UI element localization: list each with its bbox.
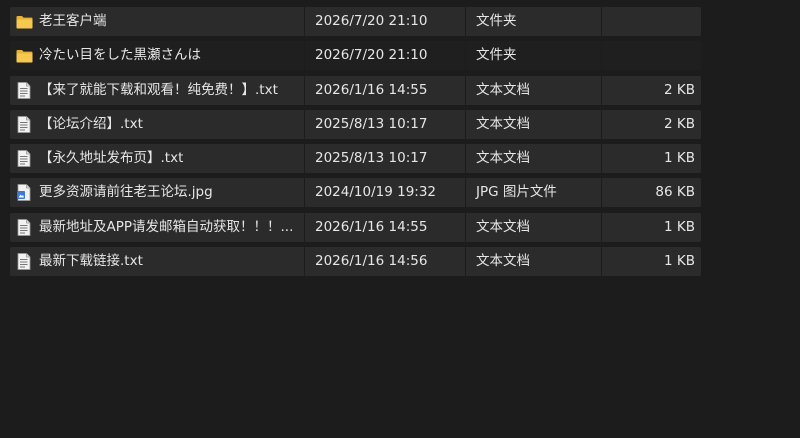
- column-divider: [601, 7, 602, 36]
- file-row[interactable]: 更多资源请前往老王论坛.jpg 2024/10/19 19:32 JPG 图片文件 8…: [10, 178, 701, 208]
- image-file-icon: [15, 184, 33, 202]
- file-type: 文本文档: [476, 81, 530, 98]
- modified-date: 2026/1/16 14:56: [315, 253, 428, 270]
- file-name: 更多资源请前往老王论坛.jpg: [39, 184, 213, 201]
- name-cell[interactable]: 更多资源请前往老王论坛.jpg: [10, 178, 304, 207]
- file-list: 老王客户端 2026/7/20 21:10 文件夹 冷たい目をした黒瀬さんは 2026/…: [10, 7, 701, 281]
- file-type: 文本文档: [476, 115, 530, 132]
- file-size: 1 KB: [664, 253, 695, 270]
- file-name: 【永久地址发布页】.txt: [39, 150, 184, 167]
- name-cell[interactable]: 冷たい目をした黒瀬さんは: [10, 41, 304, 70]
- file-name: 老王客户端: [39, 13, 107, 29]
- file-row[interactable]: 冷たい目をした黒瀬さんは 2026/7/20 21:10 文件夹: [10, 41, 701, 71]
- modified-date: 2026/1/16 14:55: [315, 81, 428, 98]
- modified-date: 2026/1/16 14:55: [315, 218, 428, 235]
- text-file-icon: [15, 81, 33, 99]
- file-name: 最新地址及APP请发邮箱自动获取！！！...: [39, 218, 294, 235]
- file-type: 文本文档: [476, 218, 530, 235]
- file-row[interactable]: 【永久地址发布页】.txt 2025/8/13 10:17 文本文档 1 KB: [10, 144, 701, 174]
- file-type: 文本文档: [476, 253, 530, 270]
- file-type: 文件夹: [476, 13, 517, 29]
- file-type: 文件夹: [476, 47, 517, 64]
- file-name: 【论坛介绍】.txt: [39, 115, 143, 132]
- name-cell[interactable]: 【来了就能下载和观看！纯免费！】.txt: [10, 76, 304, 105]
- folder-icon: [15, 47, 33, 65]
- modified-date: 2026/7/20 21:10: [315, 47, 428, 64]
- file-name: 最新下载链接.txt: [39, 253, 143, 270]
- file-size: 2 KB: [664, 81, 695, 98]
- file-size: 1 KB: [664, 150, 695, 167]
- text-file-icon: [15, 218, 33, 236]
- file-type: 文本文档: [476, 150, 530, 167]
- name-cell[interactable]: 老王客户端: [10, 7, 304, 36]
- modified-date: 2025/8/13 10:17: [315, 115, 428, 132]
- modified-date: 2025/8/13 10:17: [315, 150, 428, 167]
- file-row[interactable]: 【来了就能下载和观看！纯免费！】.txt 2026/1/16 14:55 文本文档 2…: [10, 75, 701, 105]
- modified-date: 2024/10/19 19:32: [315, 184, 437, 201]
- text-file-icon: [15, 253, 33, 271]
- file-name: 冷たい目をした黒瀬さんは: [39, 47, 201, 64]
- file-size: 2 KB: [664, 115, 695, 132]
- name-cell[interactable]: 最新地址及APP请发邮箱自动获取！！！...: [10, 213, 304, 242]
- file-row[interactable]: 最新下载链接.txt 2026/1/16 14:56 文本文档 1 KB: [10, 247, 701, 277]
- file-row[interactable]: 老王客户端 2026/7/20 21:10 文件夹: [10, 7, 701, 36]
- folder-icon: [15, 13, 33, 31]
- name-cell[interactable]: 最新下载链接.txt: [10, 247, 304, 276]
- text-file-icon: [15, 150, 33, 168]
- modified-date: 2026/7/20 21:10: [315, 13, 428, 29]
- name-cell[interactable]: 【永久地址发布页】.txt: [10, 144, 304, 173]
- column-divider: [601, 41, 602, 71]
- text-file-icon: [15, 115, 33, 133]
- file-size: 1 KB: [664, 218, 695, 235]
- file-size: 86 KB: [655, 184, 695, 201]
- file-type: JPG 图片文件: [476, 184, 557, 201]
- file-row[interactable]: 【论坛介绍】.txt 2025/8/13 10:17 文本文档 2 KB: [10, 109, 701, 139]
- name-cell[interactable]: 【论坛介绍】.txt: [10, 110, 304, 139]
- file-name: 【来了就能下载和观看！纯免费！】.txt: [39, 81, 278, 98]
- file-row[interactable]: 最新地址及APP请发邮箱自动获取！！！... 2026/1/16 14:55 文本文…: [10, 212, 701, 242]
